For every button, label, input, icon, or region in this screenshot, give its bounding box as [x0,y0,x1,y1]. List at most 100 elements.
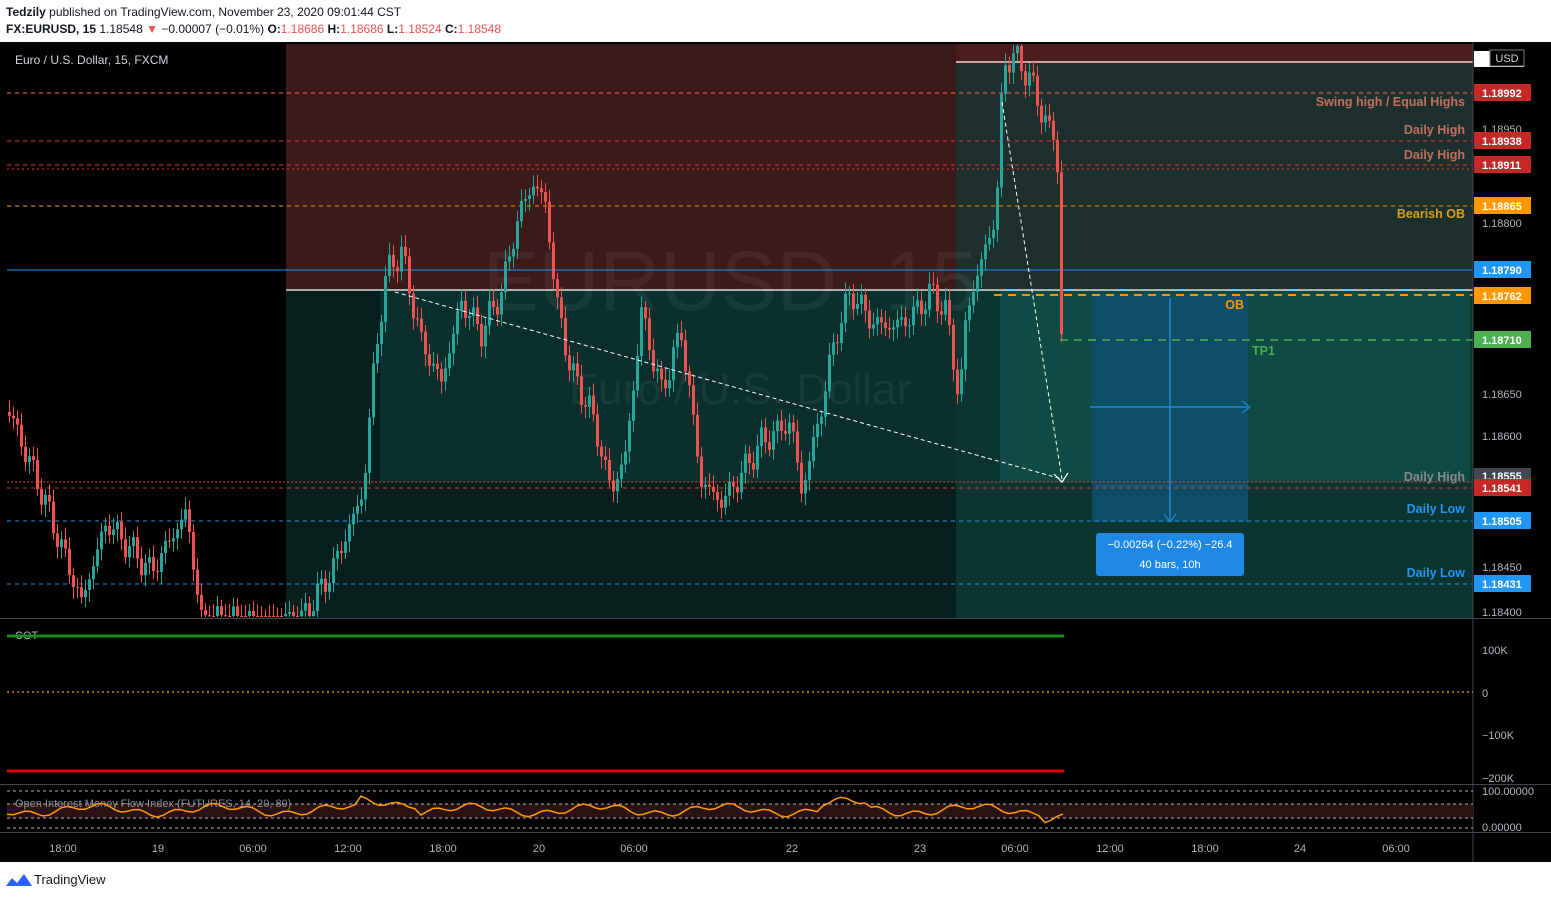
measure-line2: 40 bars, 10h [1139,559,1200,571]
candle-body [288,611,291,614]
candle-body [1012,53,1015,73]
candle-body [544,192,547,202]
candle-body [248,610,251,616]
candle-body [284,613,287,616]
candle-body [116,521,119,530]
candle-body [440,369,443,382]
candle-body [596,414,599,447]
candle-body [1016,46,1019,54]
candle-body [212,616,215,617]
candle-body [884,322,887,328]
candle-body [1036,75,1039,106]
candle-body [600,446,603,457]
candle-body [976,275,979,293]
oimfi-tick-2: 0.00000 [1482,822,1522,834]
time-tick-8: 22 [786,843,798,855]
label-ob: OB [1225,298,1244,312]
candle-body [796,431,799,463]
label-daily-low-1: Daily Low [1407,502,1466,516]
candle-body [620,464,623,480]
candle-body [120,521,123,540]
oimfi-title[interactable]: Open Interest Money Flow Index (FUTURES,… [15,798,291,810]
candle-body [536,186,539,189]
candle-body [500,292,503,315]
candle-body [96,549,99,567]
candle-body [64,539,67,549]
chart-legend[interactable]: Euro / U.S. Dollar, 15, FXCM [15,53,168,67]
candle-body [208,615,211,617]
candle-body [192,531,195,570]
chart-svg[interactable]: EURUSD, 15 Euro / U.S. Dollar −0.00264 (… [0,42,1551,862]
candle-body [204,609,207,616]
candle-body [1048,115,1051,121]
candle-body [360,499,363,506]
candle-body [304,603,307,611]
candle-body [896,319,899,328]
cot-tick-2: 0 [1482,688,1488,700]
candle-body [572,363,575,371]
candle-body [472,307,475,316]
candle-body [748,453,751,463]
author-name[interactable]: Tedzily [6,5,46,19]
candle-body [744,453,747,473]
candle-body [816,423,819,438]
candle-body [584,405,587,407]
time-tick-11: 12:00 [1096,843,1124,855]
candle-body [188,509,191,532]
candle-body [912,306,915,326]
candle-body [644,307,647,319]
candle-body [928,283,931,310]
candle-body [320,578,323,584]
candle-body [508,256,511,262]
candle-body [716,491,719,500]
candle-body [548,201,551,243]
candle-body [272,616,275,617]
candle-body [300,610,303,616]
footer-brand[interactable]: TradingView [34,872,106,887]
candle-body [276,616,279,617]
candle-body [376,344,379,364]
candle-body [752,462,755,470]
candle-body [580,376,583,406]
candle-body [32,456,35,461]
tradingview-logo-icon[interactable] [6,872,32,888]
candle-body [468,315,471,318]
candle-body [164,540,167,554]
candle-body [344,541,347,554]
candle-body [952,325,955,370]
candle-body [660,368,663,380]
candle-body [624,451,627,465]
candle-body [220,606,223,616]
candle-body [48,495,51,502]
candle-body [724,495,727,508]
candle-body [384,276,387,322]
label-swing-high: Swing high / Equal Highs [1316,95,1465,109]
high-value: 1.18686 [340,22,384,36]
price-tick-4: 1.18600 [1482,431,1522,443]
candle-body [636,356,639,391]
candle-body [216,606,219,616]
candle-body [8,412,11,416]
candle-body [848,293,851,295]
candle-body [236,606,239,616]
candle-body [232,606,235,616]
candle-body [520,201,523,222]
candle-body [1060,172,1063,335]
price-tag-4-text: 1.18865 [1482,201,1522,213]
candle-body [184,509,187,520]
candle-body [140,558,143,576]
candle-body [368,417,371,473]
candle-body [776,420,779,432]
candle-body [316,583,319,612]
candle-body [1004,65,1007,95]
candle-body [484,325,487,347]
candle-body [68,548,71,576]
candle-body [196,569,199,595]
candle-body [840,323,843,344]
candle-body [168,540,171,542]
price-tag-5-text: 1.18790 [1482,265,1522,277]
candle-body [844,293,847,324]
chart-stage[interactable]: EURUSD, 15 Euro / U.S. Dollar −0.00264 (… [0,42,1551,862]
candle-body [892,327,895,330]
candle-body [808,461,811,481]
